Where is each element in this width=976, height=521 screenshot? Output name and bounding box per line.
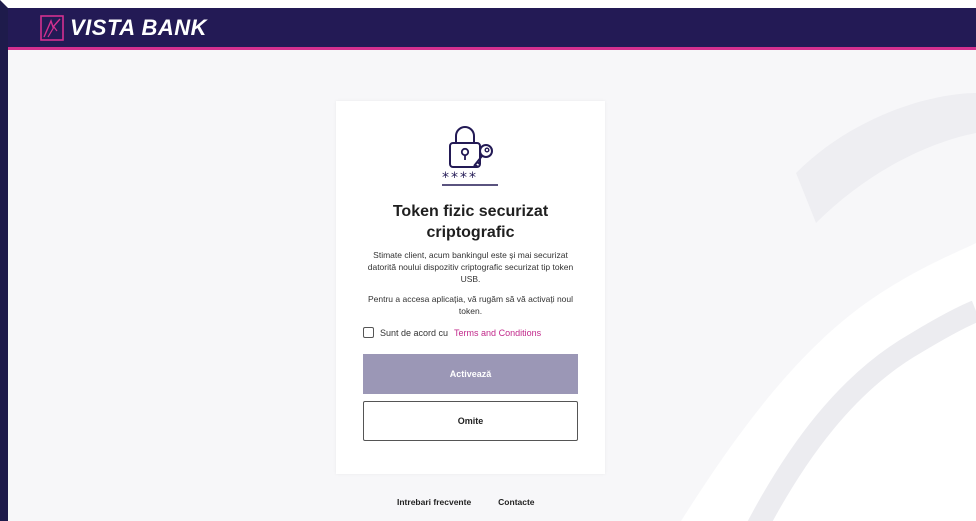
vista-bank-logo-icon: [40, 14, 64, 41]
padlock-key-password-icon: ****: [441, 126, 498, 186]
app-window: VISTA BANK **** Token fizic securizat cr…: [0, 0, 976, 521]
skip-button[interactable]: Omite: [363, 401, 578, 441]
contact-link[interactable]: Contacte: [498, 497, 534, 507]
svg-text:****: ****: [442, 170, 478, 186]
footer-links: Intrebari frecvente Contacte: [397, 497, 535, 507]
background-watermark: [681, 93, 976, 521]
card-title: Token fizic securizat criptografic: [392, 203, 549, 241]
terms-checkbox[interactable]: [363, 327, 374, 338]
top-header: VISTA BANK: [8, 8, 976, 50]
terms-link[interactable]: Terms and Conditions: [454, 328, 541, 338]
terms-agree-text: Sunt de acord cu: [380, 327, 449, 338]
brand-name: VISTA BANK: [70, 14, 207, 40]
token-activation-card: **** Token fizic securizat criptografic …: [336, 101, 605, 474]
card-description: Stimate client, acum bankingul este și m…: [367, 250, 574, 284]
faq-link[interactable]: Intrebari frecvente: [397, 497, 471, 507]
card-instruction: Pentru a accesa aplicația, vă rugăm să v…: [367, 294, 574, 316]
activate-button[interactable]: Activează: [363, 354, 578, 394]
terms-agreement[interactable]: Sunt de acord cu Terms and Conditions: [363, 327, 541, 338]
brand-logo[interactable]: VISTA BANK: [40, 15, 207, 41]
